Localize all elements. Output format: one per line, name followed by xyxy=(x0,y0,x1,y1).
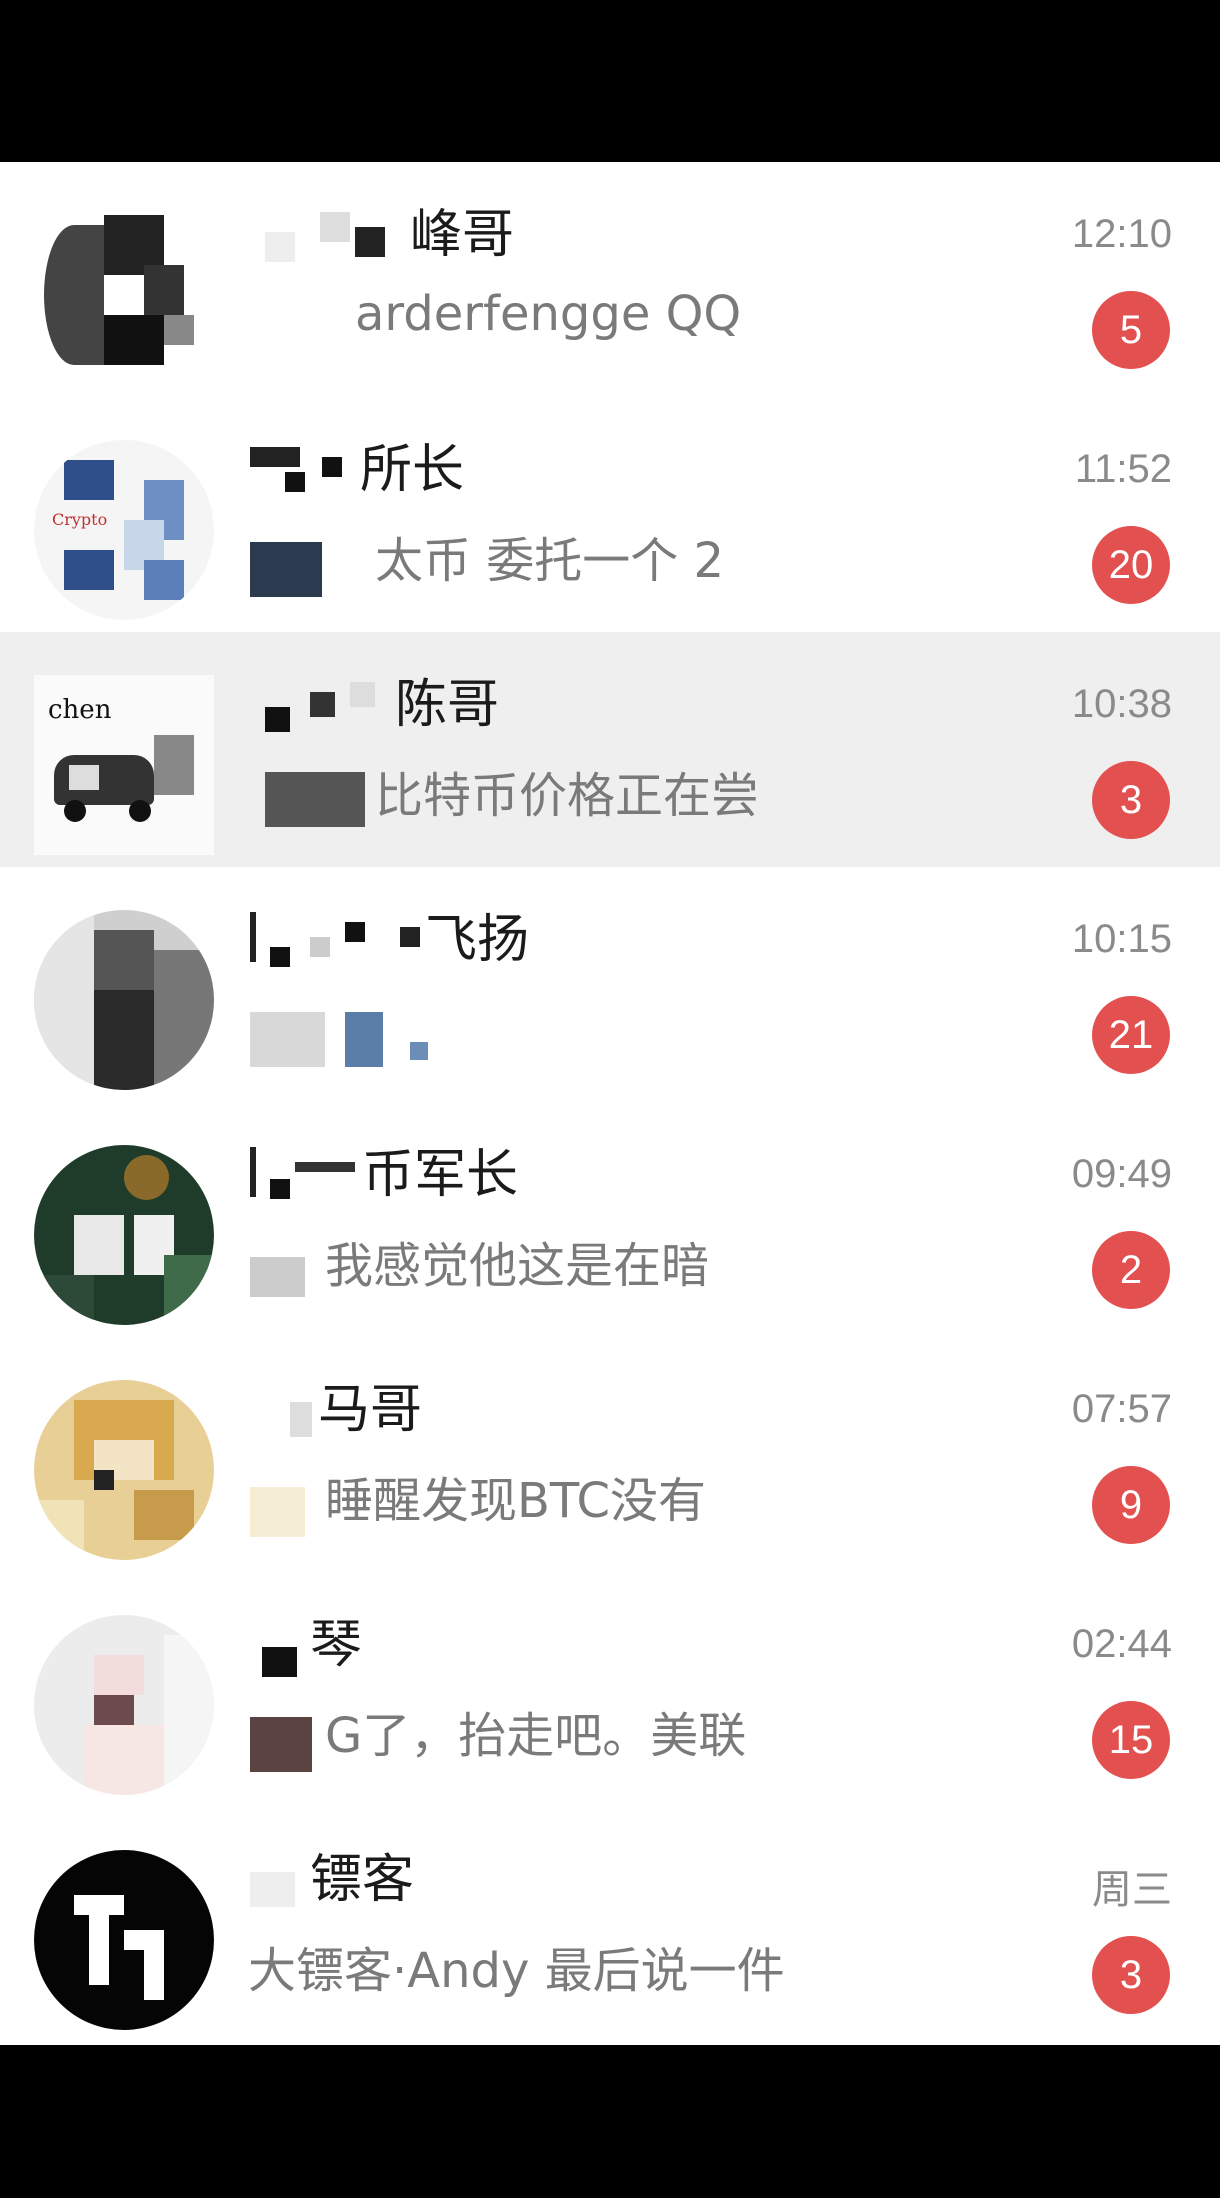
chat-list: 峰哥 arderfengge QQ 12:10 5 Crypto 所长 太币 委… xyxy=(0,162,1220,2045)
redaction-mosaic xyxy=(250,1012,440,1067)
chat-name: 镖客 xyxy=(310,1850,415,1910)
chat-name: 马哥 xyxy=(318,1380,423,1440)
chat-row[interactable]: 镖客 大镖客·Andy 最后说一件 周三 3 xyxy=(0,1807,1220,2042)
redaction-mosaic xyxy=(250,912,420,967)
chat-time: 07:57 xyxy=(1071,1387,1172,1431)
avatar xyxy=(34,1615,214,1795)
unread-badge: 20 xyxy=(1092,526,1170,604)
chat-message: 我感觉他这是在暗 xyxy=(325,1238,710,1294)
avatar xyxy=(34,1380,214,1560)
chat-message: arderfengge QQ xyxy=(355,286,742,342)
chat-time: 周三 xyxy=(1092,1868,1172,1912)
chat-time: 12:10 xyxy=(1071,212,1172,256)
chat-message: 睡醒发现BTC没有 xyxy=(325,1473,706,1529)
chat-time: 11:52 xyxy=(1074,447,1172,491)
redaction-mosaic xyxy=(265,212,415,262)
chat-row[interactable]: 飞扬 10:15 21 xyxy=(0,867,1220,1102)
unread-badge: 2 xyxy=(1092,1231,1170,1309)
chat-time: 02:44 xyxy=(1071,1622,1172,1666)
avatar: Crypto xyxy=(34,440,214,620)
redaction-mosaic xyxy=(250,1717,315,1772)
chat-row[interactable]: 币军长 我感觉他这是在暗 09:49 2 xyxy=(0,1102,1220,1337)
chat-time: 09:49 xyxy=(1071,1152,1172,1196)
avatar-text: chen xyxy=(48,695,112,725)
chat-time: 10:15 xyxy=(1071,917,1172,961)
avatar-text: Crypto xyxy=(52,510,108,529)
chat-name: 峰哥 xyxy=(410,205,515,265)
avatar xyxy=(34,1850,214,2030)
chat-message: G了，抬走吧。美联 xyxy=(325,1708,747,1764)
unread-badge: 9 xyxy=(1092,1466,1170,1544)
avatar xyxy=(34,910,214,1090)
redaction-mosaic xyxy=(250,1862,310,1912)
redaction-mosaic xyxy=(250,447,350,497)
chat-row[interactable]: 马哥 睡醒发现BTC没有 07:57 9 xyxy=(0,1337,1220,1572)
chat-message: 太币 委托一个 2 xyxy=(375,533,725,589)
chat-message: 大镖客·Andy 最后说一件 xyxy=(248,1943,785,1999)
unread-badge: 3 xyxy=(1092,1936,1170,2014)
chat-time: 10:38 xyxy=(1071,682,1172,726)
redaction-mosaic xyxy=(250,1247,310,1302)
status-bar-area xyxy=(0,0,1220,162)
redaction-mosaic xyxy=(250,542,322,597)
navigation-bar-area xyxy=(0,2045,1220,2198)
avatar xyxy=(34,205,214,385)
avatar xyxy=(34,1145,214,1325)
redaction-mosaic xyxy=(265,772,385,827)
chat-name: 币军长 xyxy=(362,1145,519,1205)
chat-row[interactable]: 峰哥 arderfengge QQ 12:10 5 xyxy=(0,162,1220,397)
chat-name: 陈哥 xyxy=(395,675,500,735)
unread-badge: 21 xyxy=(1092,996,1170,1074)
chat-row[interactable]: 琴 G了，抬走吧。美联 02:44 15 xyxy=(0,1572,1220,1807)
chat-row[interactable]: Crypto 所长 太币 委托一个 2 11:52 20 xyxy=(0,397,1220,632)
unread-badge: 5 xyxy=(1092,291,1170,369)
chat-message: 比特币价格正在尝 xyxy=(375,768,760,824)
redaction-mosaic xyxy=(262,1627,307,1677)
redaction-mosaic xyxy=(265,682,385,732)
chat-name: 琴 xyxy=(310,1615,363,1675)
redaction-mosaic xyxy=(290,1392,320,1442)
chat-name: 所长 xyxy=(360,440,465,500)
unread-badge: 3 xyxy=(1092,761,1170,839)
unread-badge: 15 xyxy=(1092,1701,1170,1779)
chat-name: 飞扬 xyxy=(425,910,530,970)
redaction-mosaic xyxy=(250,1487,310,1537)
redaction-mosaic xyxy=(250,1147,360,1202)
chat-row[interactable]: chen 陈哥 比特币价格正在尝 10:38 3 xyxy=(0,632,1220,867)
avatar: chen xyxy=(34,675,214,855)
